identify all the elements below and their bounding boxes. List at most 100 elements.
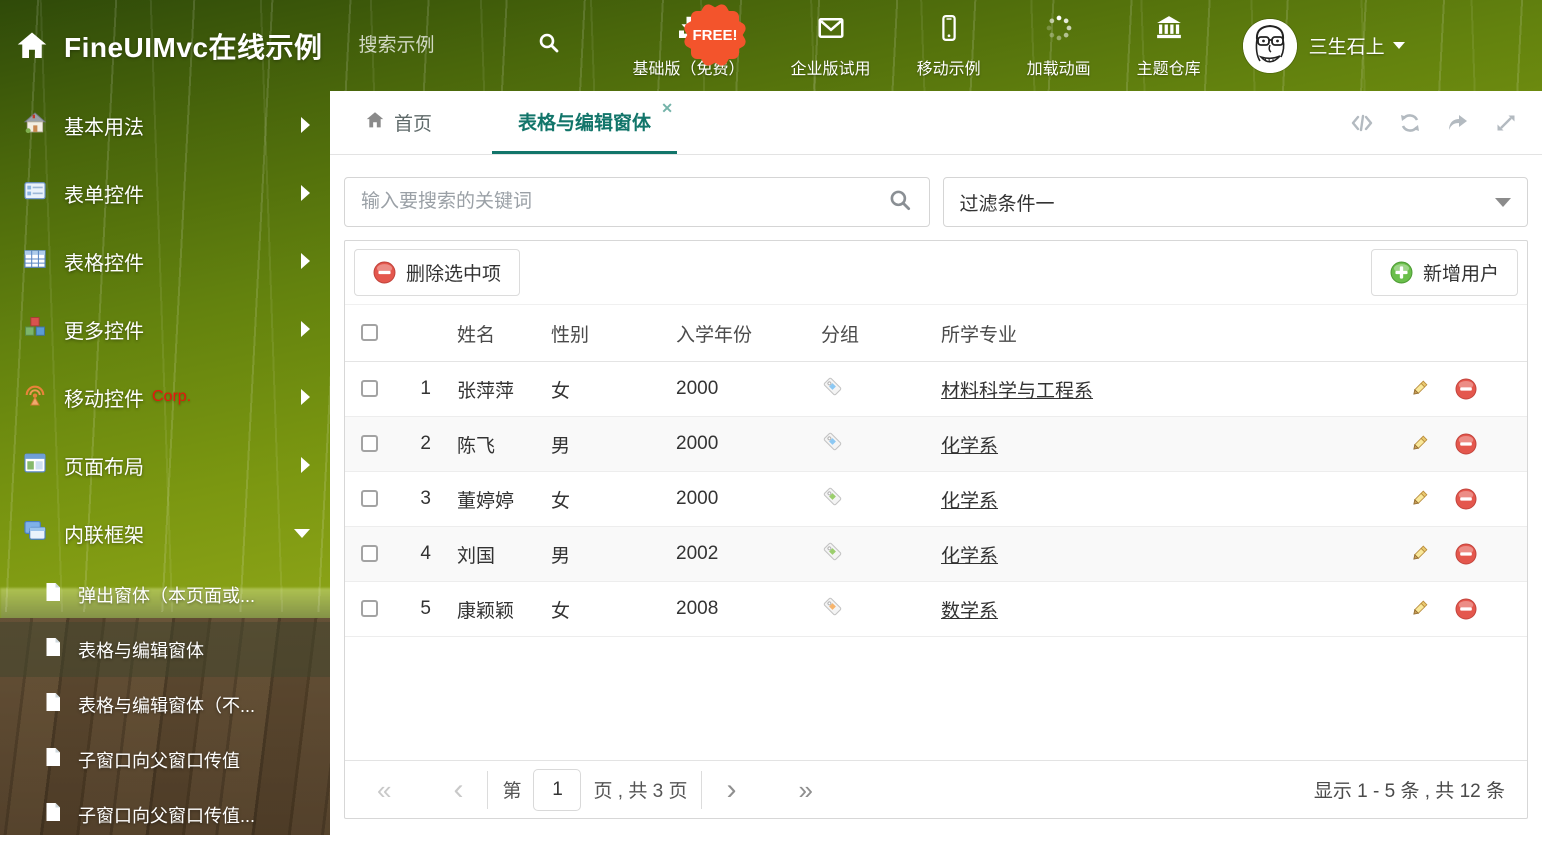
sidebar-subitem-child-to-parent[interactable]: 子窗口向父窗口传值 xyxy=(0,732,330,787)
sidebar-subitem-child-to-parent-2[interactable]: 子窗口向父窗口传值... xyxy=(0,787,330,842)
file-icon xyxy=(42,581,64,608)
row-checkbox[interactable] xyxy=(361,435,378,452)
app-header: FineUIMvc在线示例 FREE! 基础版（免费） 企业版试用 移动示例 xyxy=(0,0,1542,91)
divider xyxy=(701,771,702,809)
nav-item-mobile-demo[interactable]: 移动示例 xyxy=(917,13,981,79)
delete-row-icon[interactable] xyxy=(1455,598,1477,620)
file-icon xyxy=(42,801,64,828)
sidebar-item-more-controls[interactable]: 更多控件 xyxy=(0,295,330,363)
major-link[interactable]: 数学系 xyxy=(941,601,998,622)
sidebar-item-page-layout[interactable]: 页面布局 xyxy=(0,431,330,499)
row-checkbox[interactable] xyxy=(361,545,378,562)
row-checkbox[interactable] xyxy=(361,600,378,617)
sidebar-subitem-grid-edit-window-2[interactable]: 表格与编辑窗体（不... xyxy=(0,677,330,732)
home-icon[interactable] xyxy=(14,28,50,64)
column-header-year[interactable]: 入学年份 xyxy=(676,305,821,362)
edit-icon[interactable] xyxy=(1409,378,1430,399)
sidebar-item-iframe[interactable]: 内联框架 xyxy=(0,499,330,567)
page-number-input[interactable] xyxy=(533,769,581,811)
tab-home[interactable]: 首页 xyxy=(360,91,436,154)
sidebar-item-label: 内联框架 xyxy=(64,519,144,548)
row-index: 1 xyxy=(391,362,431,417)
column-header-name[interactable]: 姓名 xyxy=(431,305,551,362)
grid-panel: 删除选中项 新增用户 姓名 性别 入学年份 分组 所学专业 xyxy=(344,240,1528,819)
cell-year: 2002 xyxy=(676,527,821,582)
edit-icon[interactable] xyxy=(1409,433,1430,454)
edit-icon[interactable] xyxy=(1409,598,1430,619)
keyword-search-box xyxy=(344,177,930,227)
content-area: 过滤条件一 删除选中项 新增用户 xyxy=(330,155,1542,835)
sidebar-item-form-controls[interactable]: 表单控件 xyxy=(0,159,330,227)
cell-name: 刘国 xyxy=(431,527,551,582)
close-icon[interactable] xyxy=(661,100,673,117)
first-page-button[interactable] xyxy=(367,777,401,803)
user-menu[interactable]: 三生石上 xyxy=(1309,32,1405,59)
sidebar-subitem-popup-window[interactable]: 弹出窗体（本页面或... xyxy=(0,567,330,622)
select-all-checkbox[interactable] xyxy=(361,324,378,341)
sidebar-subitem-grid-edit-window[interactable]: 表格与编辑窗体 xyxy=(0,622,330,677)
cell-name: 康颖颖 xyxy=(431,582,551,637)
delete-row-icon[interactable] xyxy=(1455,433,1477,455)
expand-icon[interactable] xyxy=(1494,111,1518,135)
search-icon[interactable] xyxy=(537,31,561,60)
tab-label: 首页 xyxy=(394,109,432,136)
nav-item-loading-animation[interactable]: 加载动画 xyxy=(1027,13,1091,79)
sidebar-item-label: 移动控件 xyxy=(64,383,144,412)
sidebar: 基本用法 表单控件 表格控件 更多控件 移动控件 Corp. 页面布局 xyxy=(0,91,330,835)
next-page-button[interactable] xyxy=(716,775,746,805)
house-icon xyxy=(22,110,48,141)
nav-item-enterprise-trial[interactable]: 企业版试用 xyxy=(791,13,871,79)
chevron-right-icon xyxy=(301,117,310,133)
sidebar-item-grid-controls[interactable]: 表格控件 xyxy=(0,227,330,295)
tab-bar: 首页 表格与编辑窗体 xyxy=(330,91,1542,155)
avatar[interactable] xyxy=(1243,19,1297,73)
column-header-major[interactable]: 所学专业 xyxy=(941,305,1409,362)
sidebar-item-mobile-controls[interactable]: 移动控件 Corp. xyxy=(0,363,330,431)
cell-gender: 女 xyxy=(551,362,676,417)
delete-row-icon[interactable] xyxy=(1455,488,1477,510)
search-icon[interactable] xyxy=(887,187,913,218)
row-index: 5 xyxy=(391,582,431,637)
major-link[interactable]: 材料科学与工程系 xyxy=(941,381,1093,402)
sidebar-subitem-label: 表格与编辑窗体 xyxy=(78,637,204,663)
edit-icon[interactable] xyxy=(1409,543,1430,564)
cell-name: 张萍萍 xyxy=(431,362,551,417)
record-summary: 显示 1 - 5 条 , 共 12 条 xyxy=(1314,776,1505,803)
header-search-input[interactable] xyxy=(359,35,509,57)
page-suffix: 页 , 共 3 页 xyxy=(593,776,687,803)
major-link[interactable]: 化学系 xyxy=(941,436,998,457)
code-icon[interactable] xyxy=(1350,111,1374,135)
row-checkbox[interactable] xyxy=(361,490,378,507)
share-icon[interactable] xyxy=(1446,111,1470,135)
keyword-search-input[interactable] xyxy=(361,191,887,213)
row-checkbox[interactable] xyxy=(361,380,378,397)
cell-name: 陈飞 xyxy=(431,417,551,472)
filter-dropdown[interactable]: 过滤条件一 xyxy=(943,177,1529,227)
major-link[interactable]: 化学系 xyxy=(941,491,998,512)
sidebar-subitem-label: 子窗口向父窗口传值... xyxy=(78,802,255,828)
tab-grid-edit-window[interactable]: 表格与编辑窗体 xyxy=(492,91,677,154)
delete-selected-button[interactable]: 删除选中项 xyxy=(354,249,520,296)
delete-row-icon[interactable] xyxy=(1455,378,1477,400)
refresh-icon[interactable] xyxy=(1398,111,1422,135)
username: 三生石上 xyxy=(1309,32,1385,59)
nav-item-theme-repo[interactable]: 主题仓库 xyxy=(1137,13,1201,79)
column-header-gender[interactable]: 性别 xyxy=(551,305,676,362)
major-link[interactable]: 化学系 xyxy=(941,546,998,567)
window-tools xyxy=(1350,91,1518,154)
cell-year: 2000 xyxy=(676,417,821,472)
delete-row-icon[interactable] xyxy=(1455,543,1477,565)
last-page-button[interactable] xyxy=(788,777,822,803)
prev-page-button[interactable] xyxy=(443,775,473,805)
sidebar-item-label: 页面布局 xyxy=(64,451,144,480)
sidebar-item-basic-usage[interactable]: 基本用法 xyxy=(0,91,330,159)
file-icon xyxy=(42,746,64,773)
cell-name: 董婷婷 xyxy=(431,472,551,527)
edit-icon[interactable] xyxy=(1409,488,1430,509)
add-user-button[interactable]: 新增用户 xyxy=(1371,249,1518,296)
tab-label: 表格与编辑窗体 xyxy=(518,108,651,135)
column-header-group[interactable]: 分组 xyxy=(821,305,941,362)
users-table: 姓名 性别 入学年份 分组 所学专业 1 张萍萍 女 xyxy=(345,304,1527,637)
sidebar-subitem-label: 子窗口向父窗口传值 xyxy=(78,747,240,773)
chevron-down-icon xyxy=(1393,42,1405,49)
